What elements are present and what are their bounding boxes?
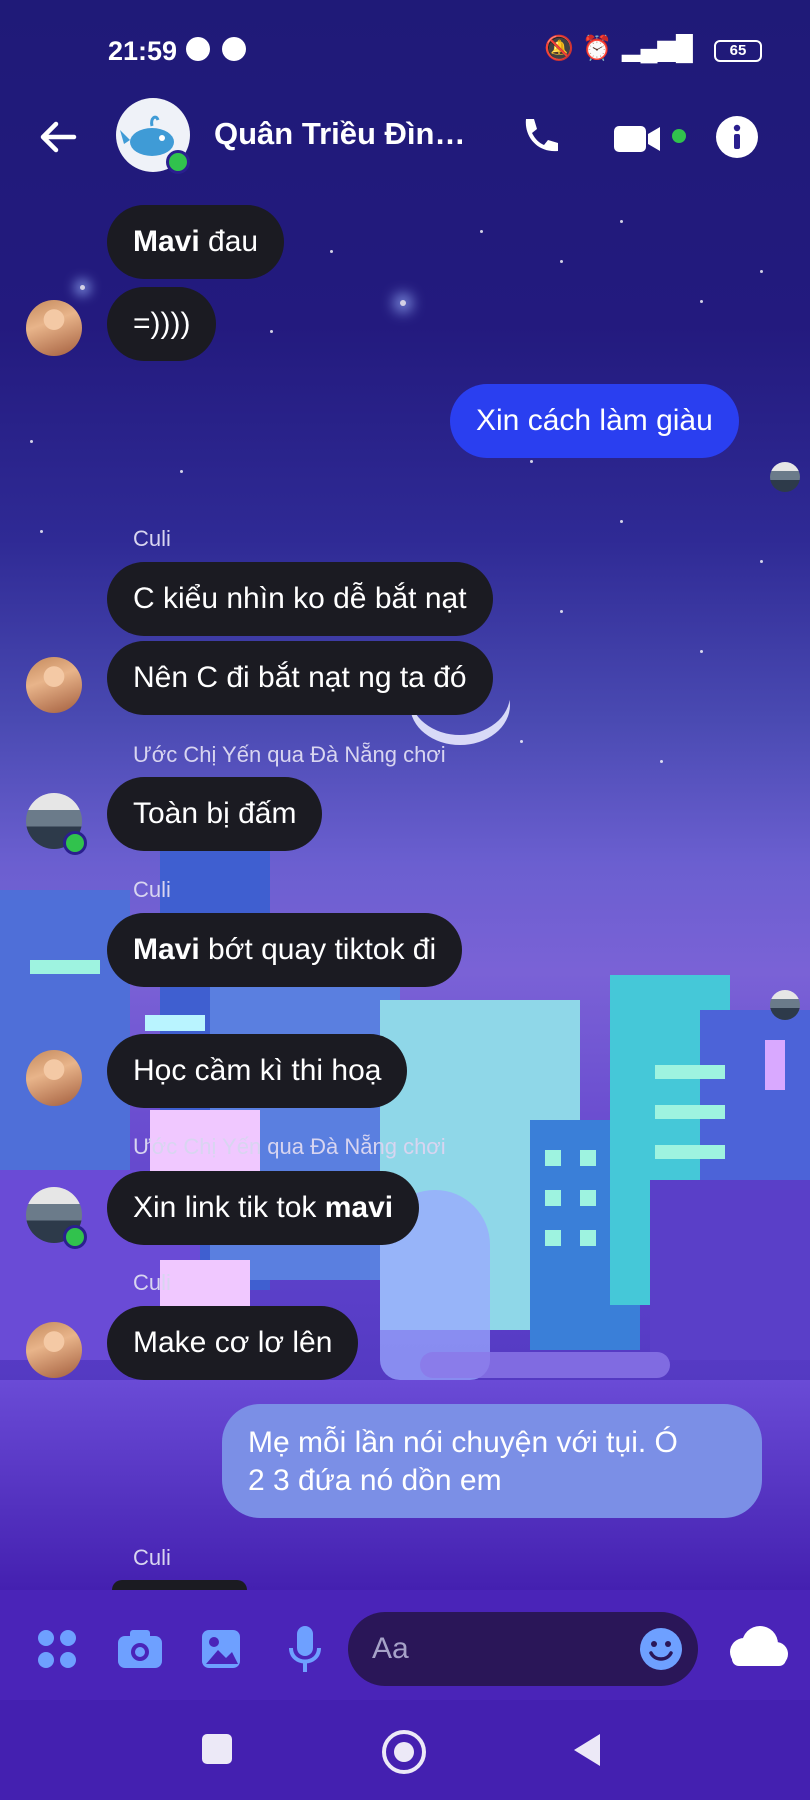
message-input[interactable]: Aa — [348, 1612, 698, 1686]
message-text: đau — [199, 225, 259, 258]
back-arrow-icon — [40, 121, 77, 153]
message-bubble[interactable]: C kiểu nhìn ko dễ bắt nạt — [107, 562, 493, 636]
sender-avatar[interactable] — [26, 300, 82, 356]
voice-call-button[interactable] — [514, 113, 562, 161]
battery-level: 65 — [729, 42, 747, 59]
gallery-button[interactable] — [200, 1628, 242, 1670]
message-bubble[interactable]: Nên C đi bắt nạt ng ta đó — [107, 641, 493, 715]
video-camera-icon — [614, 126, 660, 152]
wifi-icon: ⌔ — [672, 34, 695, 61]
sender-avatar[interactable] — [26, 1322, 82, 1378]
message-text: Make cơ lơ lên — [133, 1326, 333, 1359]
messenger-notification-icon — [222, 37, 246, 61]
phone-icon — [525, 119, 558, 152]
recents-button[interactable] — [202, 1734, 232, 1764]
group-avatar[interactable] — [116, 98, 190, 174]
read-receipt-avatar — [770, 990, 800, 1020]
mention[interactable]: mavi — [325, 1191, 393, 1224]
home-button[interactable] — [382, 1730, 426, 1774]
sender-avatar[interactable] — [26, 657, 82, 713]
outgoing-message-bubble[interactable]: Mẹ mỗi lần nói chuyện với tụi. Ó 2 3 đứa… — [222, 1404, 762, 1518]
cloud-icon — [730, 1626, 788, 1666]
mention[interactable]: Mavi — [133, 933, 200, 966]
camera-button[interactable] — [116, 1628, 164, 1670]
active-now-indicator — [672, 129, 686, 143]
outgoing-message-bubble[interactable]: Xin cách làm giàu — [450, 384, 739, 458]
read-receipt-avatar — [770, 462, 800, 492]
mention[interactable]: Mavi — [133, 225, 200, 258]
chat-screen: 21:59 🔕 ⏰ ▂▄▆█ ⌔ 65 Quân Triều Đình... M… — [0, 0, 810, 1800]
back-triangle-icon — [574, 1734, 600, 1766]
message-text: bớt quay tiktok đi — [199, 933, 437, 966]
message-text: Xin link tik tok — [133, 1191, 325, 1224]
message-bubble[interactable]: Xin link tik tok mavi — [107, 1171, 420, 1245]
sender-name: Culi — [133, 1270, 171, 1295]
video-call-button[interactable] — [612, 118, 672, 158]
message-bubble[interactable]: =)))) — [107, 287, 217, 361]
message-bubble-partial[interactable] — [112, 1580, 247, 1590]
message-text: C kiểu nhìn ko dễ bắt nạt — [133, 582, 467, 615]
online-indicator — [63, 1225, 87, 1249]
info-icon — [733, 124, 741, 149]
message-text: Học cầm kì thi hoạ — [133, 1054, 382, 1087]
alarm-icon: ⏰ — [582, 35, 612, 62]
image-icon — [202, 1630, 240, 1668]
smiley-icon — [649, 1641, 673, 1661]
battery-icon: 65 — [714, 40, 762, 62]
message-text: Toàn bị đấm — [133, 797, 297, 830]
online-indicator — [63, 831, 87, 855]
status-time: 21:59 — [108, 36, 178, 66]
muted-bell-icon: 🔕 — [544, 35, 574, 62]
quick-reaction-button[interactable] — [722, 1622, 792, 1672]
info-button[interactable] — [716, 116, 758, 158]
message-text: Xin cách làm giàu — [476, 404, 713, 437]
message-text-line: 2 3 đứa nó dồn em — [248, 1464, 502, 1497]
messenger-notification-icon — [186, 37, 210, 61]
message-text-line: Mẹ mỗi lần nói chuyện với tụi. Ó — [248, 1426, 678, 1459]
message-text: Nên C đi bắt nạt ng ta đó — [133, 661, 467, 694]
sender-name: Culi — [133, 877, 171, 902]
back-nav-button[interactable] — [570, 1732, 604, 1768]
message-bubble[interactable]: Make cơ lơ lên — [107, 1306, 359, 1380]
message-input-placeholder: Aa — [372, 1632, 409, 1665]
message-bubble[interactable]: Mavi đau — [107, 205, 285, 279]
rooftop-rail — [420, 1352, 670, 1378]
sender-name: Ước Chị Yến qua Đà Nẵng chơi — [133, 742, 446, 767]
emoji-button[interactable] — [640, 1628, 682, 1670]
four-dots-icon — [38, 1630, 76, 1668]
sender-name: Ước Chị Yến qua Đà Nẵng chơi — [133, 1134, 446, 1159]
home-inner-dot — [394, 1742, 414, 1762]
sender-avatar[interactable] — [26, 1050, 82, 1106]
voice-message-button[interactable] — [288, 1624, 322, 1674]
back-button[interactable] — [34, 112, 84, 162]
sender-name: Culi — [133, 526, 171, 551]
message-bubble[interactable]: Học cầm kì thi hoạ — [107, 1034, 408, 1108]
sender-name: Culi — [133, 1545, 171, 1570]
message-bubble[interactable]: Toàn bị đấm — [107, 777, 323, 851]
more-actions-button[interactable] — [36, 1628, 78, 1670]
microphone-icon — [289, 1626, 321, 1672]
message-text: =)))) — [133, 307, 191, 340]
conversation-title[interactable]: Quân Triều Đình... — [214, 116, 478, 152]
camera-icon — [118, 1630, 162, 1668]
message-bubble[interactable]: Mavi bớt quay tiktok đi — [107, 913, 463, 987]
